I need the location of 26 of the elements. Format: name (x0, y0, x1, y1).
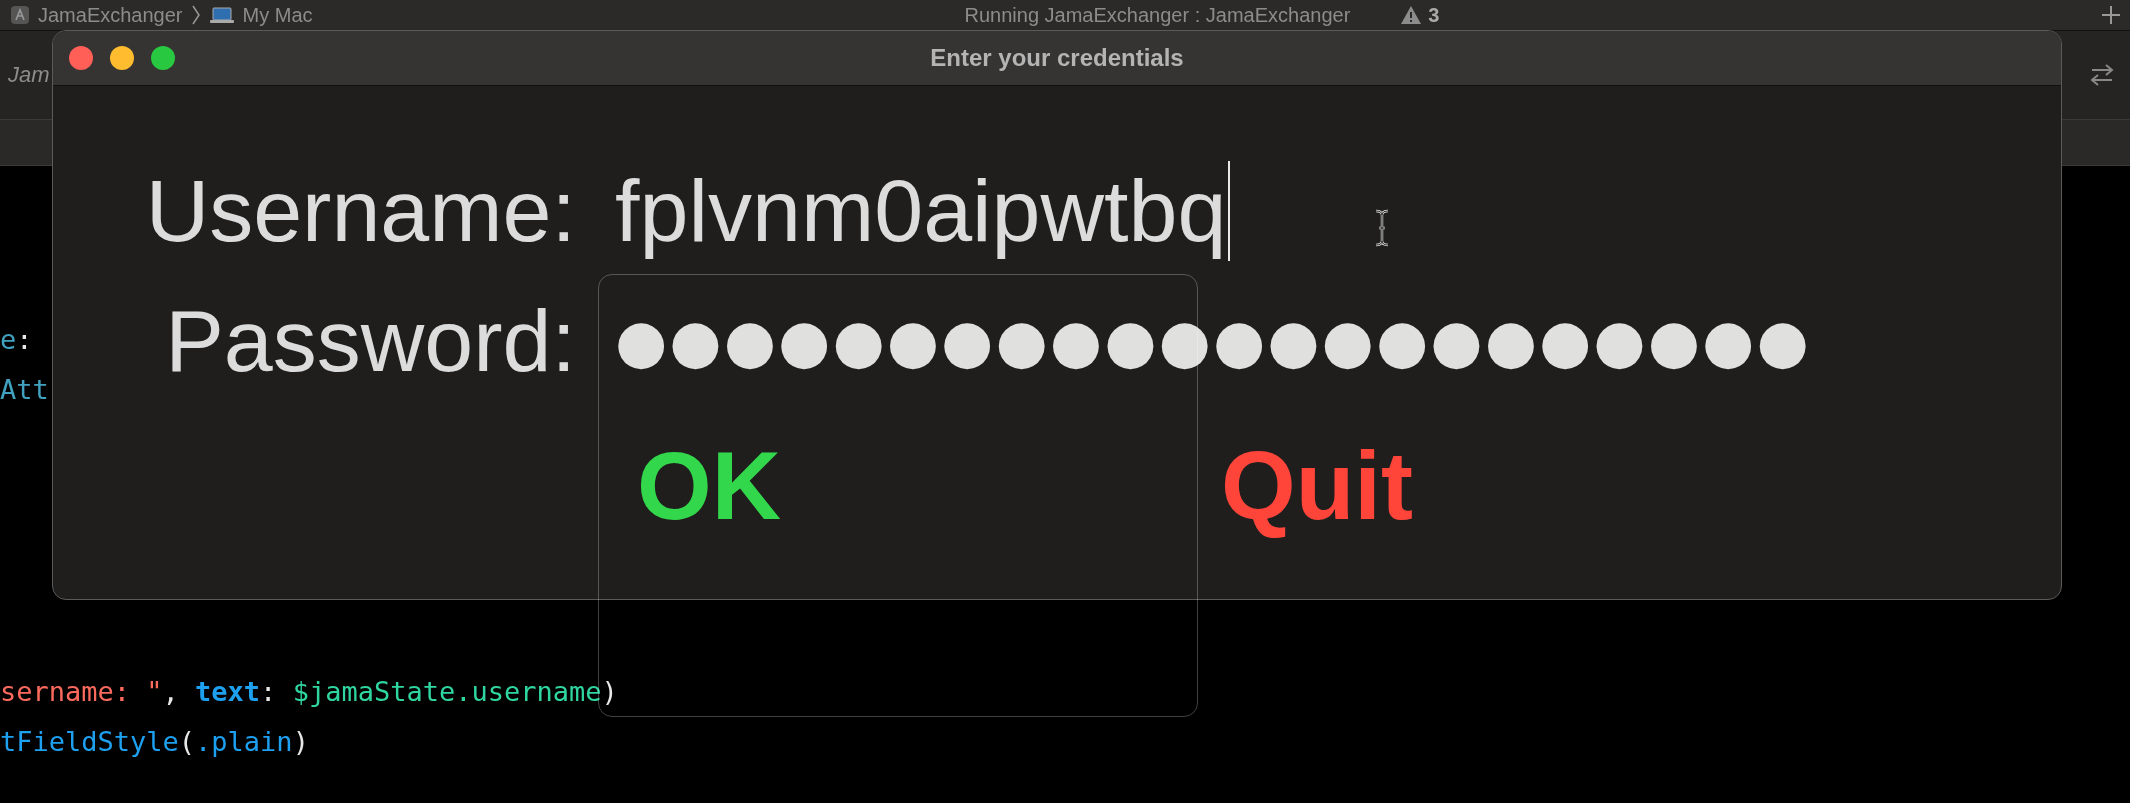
code-line: sername: ", text: $jamaState.username) (0, 675, 618, 709)
destination-name[interactable]: My Mac (242, 3, 313, 27)
status-text: Running JamaExchanger : JamaExchanger (964, 3, 1351, 27)
close-icon[interactable] (69, 46, 93, 70)
password-field[interactable]: ●●●●●●●●●●●●●●●●●●●●●● (615, 291, 1811, 391)
field-label: Username: (144, 160, 576, 262)
quit-button[interactable]: Quit (1221, 431, 1413, 541)
laptop-icon (208, 5, 235, 25)
minimize-icon[interactable] (110, 46, 134, 70)
add-icon[interactable] (2100, 4, 2122, 26)
swap-arrows-icon[interactable] (2088, 63, 2116, 87)
text-cursor-icon (1374, 209, 1390, 247)
warning-count[interactable]: 3 (1428, 3, 1440, 27)
warning-icon (1400, 5, 1423, 25)
code-line: tFieldStyle(.plain) (0, 725, 309, 759)
field-label: Password: (164, 290, 576, 392)
window-title: Enter your credentials (930, 44, 1184, 72)
app-icon (10, 5, 30, 25)
zoom-icon[interactable] (151, 46, 175, 70)
code-line: e: (0, 323, 33, 357)
code-line: Att (0, 373, 49, 407)
scheme-name[interactable]: JamaExchanger (38, 3, 183, 27)
ok-button[interactable]: OK (637, 431, 781, 541)
chevron-icon (190, 4, 201, 26)
editor-tab[interactable]: Jam (8, 62, 50, 88)
username-field[interactable]: fplvnm0aipwtbq (615, 161, 1231, 261)
